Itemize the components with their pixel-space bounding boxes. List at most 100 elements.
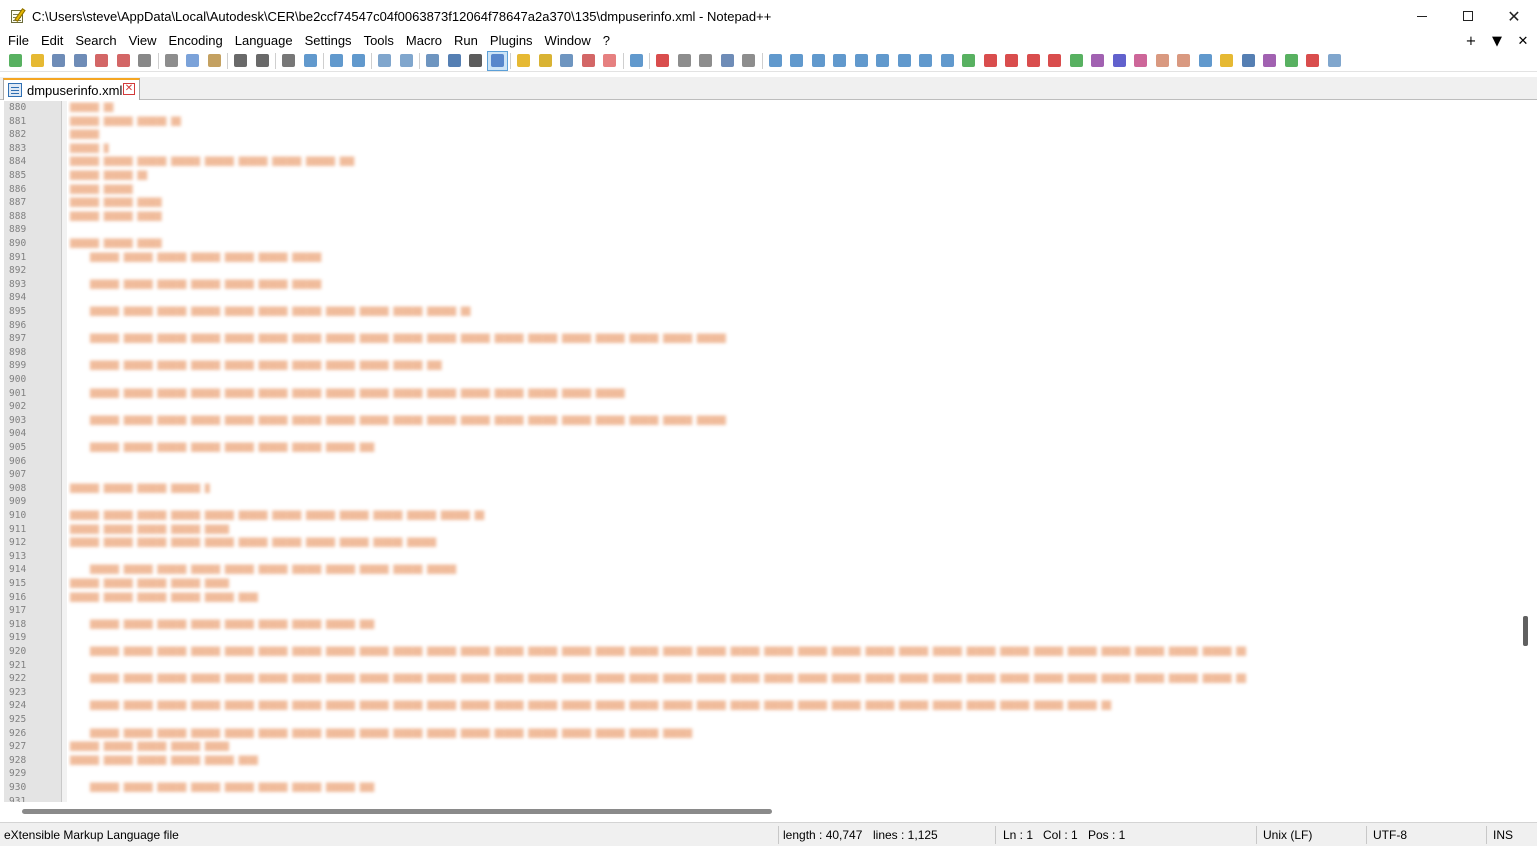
vertical-scrollbar[interactable] bbox=[1517, 101, 1537, 802]
sync-vertical-icon bbox=[378, 54, 392, 67]
ampersand-button[interactable] bbox=[1238, 51, 1260, 71]
run-macro-multiple-button[interactable] bbox=[717, 51, 739, 71]
prev-button[interactable] bbox=[1001, 51, 1023, 71]
menu-search[interactable]: Search bbox=[69, 32, 122, 50]
arrow-up-button[interactable] bbox=[851, 51, 873, 71]
menu-macro[interactable]: Macro bbox=[400, 32, 448, 50]
new-file-button[interactable] bbox=[5, 51, 27, 71]
folder-as-workspace-button[interactable] bbox=[578, 51, 600, 71]
sync-vertical-button[interactable] bbox=[374, 51, 396, 71]
plugin-j-button[interactable] bbox=[1109, 51, 1131, 71]
plugin-r-button[interactable] bbox=[1302, 51, 1324, 71]
word-wrap-button[interactable] bbox=[422, 51, 444, 71]
save-button[interactable] bbox=[48, 51, 70, 71]
status-insert-mode[interactable]: INS bbox=[1493, 823, 1513, 846]
vertical-scrollbar-thumb[interactable] bbox=[1523, 616, 1528, 646]
menu-plugins[interactable]: Plugins bbox=[484, 32, 539, 50]
plugin-o-button[interactable] bbox=[1216, 51, 1238, 71]
plugin-e-button[interactable] bbox=[894, 51, 916, 71]
save-all-button[interactable] bbox=[70, 51, 92, 71]
plugin-n-button[interactable] bbox=[1195, 51, 1217, 71]
plugin-d-icon bbox=[833, 54, 847, 67]
stop-record-button[interactable] bbox=[674, 51, 696, 71]
tab-dmpuserinfo-xml[interactable]: dmpuserinfo.xml ✕ bbox=[3, 78, 140, 100]
horizontal-scrollbar[interactable] bbox=[4, 805, 1516, 819]
udl-button[interactable] bbox=[513, 51, 535, 71]
redo-button[interactable] bbox=[252, 51, 274, 71]
maximize-button[interactable] bbox=[1445, 0, 1491, 32]
menu-view[interactable]: View bbox=[123, 32, 163, 50]
line-number-gutter[interactable]: 880 881 882 883 884 885 886 887 888 889 890 891 892 8… bbox=[4, 101, 62, 802]
line-number: 928 bbox=[9, 754, 27, 766]
checkmark-button[interactable] bbox=[958, 51, 980, 71]
save-macro-button[interactable] bbox=[738, 51, 760, 71]
show-all-chars-button[interactable] bbox=[444, 51, 466, 71]
plugin-m-button[interactable] bbox=[1173, 51, 1195, 71]
plugin-f-button[interactable] bbox=[915, 51, 937, 71]
undo-button[interactable] bbox=[230, 51, 252, 71]
close-all-button[interactable] bbox=[113, 51, 135, 71]
doc-map-button[interactable] bbox=[535, 51, 557, 71]
plugin-g-button[interactable] bbox=[937, 51, 959, 71]
menu-encoding[interactable]: Encoding bbox=[163, 32, 229, 50]
record-macro-button[interactable] bbox=[652, 51, 674, 71]
plugin-b-button[interactable] bbox=[786, 51, 808, 71]
plugin-f-icon bbox=[919, 54, 933, 67]
close-window-button[interactable]: ✕ bbox=[1491, 0, 1537, 32]
menu-edit[interactable]: Edit bbox=[35, 32, 69, 50]
menu-settings[interactable]: Settings bbox=[299, 32, 358, 50]
tab-list-dropdown-icon[interactable]: ▼ bbox=[1489, 34, 1505, 49]
monitoring-button[interactable] bbox=[599, 51, 621, 71]
indent-guide-button[interactable] bbox=[486, 50, 508, 71]
horizontal-scrollbar-thumb[interactable] bbox=[22, 809, 772, 814]
notepadplusplus-app-icon[interactable] bbox=[10, 8, 26, 24]
menu-language[interactable]: Language bbox=[229, 32, 299, 50]
status-eol-format[interactable]: Unix (LF) bbox=[1263, 823, 1312, 846]
open-file-button[interactable] bbox=[27, 51, 49, 71]
code-text-area[interactable]: ██████ ██ ██████ ██████ ██████ ██ ██████ ██… bbox=[68, 101, 1516, 802]
function-list-button[interactable] bbox=[556, 51, 578, 71]
new-tab-icon[interactable]: + bbox=[1463, 34, 1479, 49]
plugin-a-button[interactable] bbox=[765, 51, 787, 71]
menu-help[interactable]: ? bbox=[597, 32, 616, 50]
fold-margin[interactable] bbox=[62, 101, 67, 802]
sync-horizontal-button[interactable] bbox=[396, 51, 418, 71]
minimize-button[interactable] bbox=[1399, 0, 1445, 32]
paste-button[interactable] bbox=[204, 51, 226, 71]
next-button[interactable] bbox=[1023, 51, 1045, 71]
status-encoding[interactable]: UTF-8 bbox=[1373, 823, 1407, 846]
replace-button[interactable] bbox=[300, 51, 322, 71]
first-button[interactable] bbox=[980, 51, 1002, 71]
close-document-icon[interactable]: ✕ bbox=[1515, 34, 1531, 49]
toolbar-separator bbox=[419, 52, 420, 69]
plugin-p-button[interactable] bbox=[1259, 51, 1281, 71]
plugin-q-button[interactable] bbox=[1281, 51, 1303, 71]
dropdown-arrow-button[interactable] bbox=[465, 51, 487, 71]
plugin-h-button[interactable] bbox=[1066, 51, 1088, 71]
menu-run[interactable]: Run bbox=[448, 32, 484, 50]
toolbar-separator bbox=[622, 52, 624, 69]
find-button[interactable] bbox=[278, 51, 300, 71]
line-number: 884 bbox=[9, 156, 27, 168]
zoom-out-button[interactable] bbox=[348, 51, 370, 71]
print-button[interactable] bbox=[134, 51, 156, 71]
plugin-s-button[interactable] bbox=[1324, 51, 1346, 71]
plugin-l-button[interactable] bbox=[1152, 51, 1174, 71]
plugin-i-button[interactable] bbox=[1087, 51, 1109, 71]
monitoring-icon bbox=[603, 54, 617, 67]
arrow-down-button[interactable] bbox=[872, 51, 894, 71]
tab-close-icon[interactable]: ✕ bbox=[123, 83, 135, 95]
menu-window[interactable]: Window bbox=[539, 32, 597, 50]
zoom-in-button[interactable] bbox=[326, 51, 348, 71]
play-macro-button[interactable] bbox=[695, 51, 717, 71]
menu-tools[interactable]: Tools bbox=[358, 32, 400, 50]
plugin-c-button[interactable] bbox=[808, 51, 830, 71]
close-button[interactable] bbox=[91, 51, 113, 71]
cut-button[interactable] bbox=[161, 51, 183, 71]
plugin-k-button[interactable] bbox=[1130, 51, 1152, 71]
plugin-d-button[interactable] bbox=[829, 51, 851, 71]
copy-button[interactable] bbox=[182, 51, 204, 71]
last-button[interactable] bbox=[1044, 51, 1066, 71]
eye-button[interactable] bbox=[626, 51, 648, 71]
menu-file[interactable]: File bbox=[0, 32, 35, 50]
